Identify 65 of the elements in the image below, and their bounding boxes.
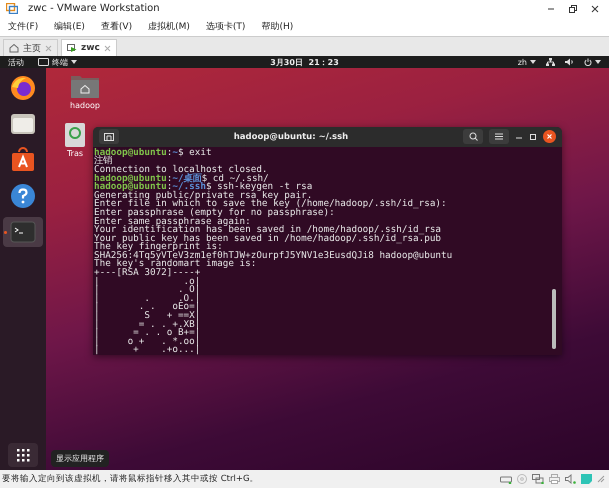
app-menu[interactable]: 终端 (52, 56, 68, 68)
terminal-line: SHA256:4Tq5yVTeV3zm1ef0hTJW+zOurpfJ5YNV1e3EusdQJi8 hadoop@ubuntu (94, 252, 454, 260)
search-icon (468, 132, 478, 142)
menu-item[interactable]: 选项卡(T) (204, 20, 248, 33)
terminal-icon (38, 58, 49, 66)
terminal-line: Enter file in which to save the key (/home/hadoop/.ssh/id_rsa): (94, 200, 448, 209)
caret-icon[interactable] (530, 60, 536, 64)
volume-icon[interactable] (565, 58, 574, 66)
tab[interactable]: zwc (61, 39, 117, 56)
firefox-icon (10, 75, 36, 101)
window-title: zwc - VMware Workstation (28, 3, 161, 14)
new-tab-button[interactable] (99, 129, 119, 144)
trash-icon[interactable] (64, 122, 86, 148)
menu-icon (495, 133, 503, 140)
vmware-logo-icon (6, 3, 18, 14)
terminal-line: Your public key has been saved in /home/hadoop/.ssh/id_rsa.pub (94, 234, 442, 244)
input-method[interactable]: zh (518, 58, 528, 66)
terminal-line: hadoop@ubuntu:~/.ssh$ ssh-keygen -t rsa (94, 183, 314, 192)
menu-item[interactable]: 查看(V) (98, 20, 134, 33)
terminal-line: Enter passphrase (empty for no passphrase): (94, 208, 335, 218)
terminal-line: | S + ==X| (94, 312, 202, 321)
speaker-icon[interactable] (565, 474, 576, 484)
network-icon[interactable] (546, 58, 556, 66)
menu-item[interactable]: 文件(F) (6, 20, 40, 33)
terminal-icon (10, 219, 36, 245)
folder-icon (10, 111, 36, 137)
icon-label: Tras (66, 149, 84, 158)
power-icon[interactable] (584, 58, 592, 66)
clock[interactable]: 3月30日 21：23 (206, 56, 404, 68)
menu-item[interactable]: 编辑(E) (52, 20, 87, 33)
restore-icon[interactable] (569, 4, 577, 12)
status-message: 要将输入定向到该虚拟机，请将鼠标指针移入其中或按 Ctrl+G。 (2, 473, 260, 485)
terminal-line: hadoop@ubuntu:~/桌面$ cd ~/.ssh/ (94, 174, 269, 184)
window-title: hadoop@ubuntu: ~/.ssh (232, 132, 350, 142)
search-button[interactable] (463, 129, 483, 144)
shopping-bag-icon (10, 147, 36, 173)
terminal-line: Enter same passphrase again: (94, 218, 252, 226)
menu-button[interactable] (489, 129, 509, 144)
terminal-line: Your identification has been saved in /home/hadoop/.ssh/id_rsa (94, 226, 442, 235)
home-icon (9, 43, 19, 53)
menu-item[interactable]: 虚拟机(M) (146, 20, 192, 33)
terminal-line: 注销 (94, 157, 112, 166)
terminal-line: The key's randomart image is: (94, 260, 256, 270)
terminal-line: Generating public/private rsa key pair. (94, 192, 312, 200)
tab[interactable]: 主页 (3, 39, 58, 56)
terminal-line: +---[RSA 3072]----+ (94, 269, 202, 278)
scrollbar[interactable] (552, 288, 556, 349)
caret-icon[interactable] (71, 60, 77, 64)
new-tab-icon (104, 132, 114, 141)
help-icon (10, 183, 36, 209)
running-indicator (4, 231, 7, 234)
terminal-line: The key fingerprint is: (94, 243, 223, 252)
grid-icon (16, 448, 30, 462)
icon-label: hadoop (70, 101, 100, 110)
close-icon[interactable] (543, 130, 556, 144)
vm-play-icon (67, 43, 77, 53)
tooltip: 显示应用程序 (51, 450, 109, 467)
show-apps-button[interactable] (8, 443, 38, 467)
activities-button[interactable]: 活动 (8, 56, 24, 68)
menu-item[interactable]: 帮助(H) (259, 20, 296, 33)
resize-grip-icon[interactable] (597, 475, 605, 483)
maximize-icon[interactable] (529, 132, 537, 141)
close-icon[interactable] (591, 4, 599, 12)
terminal-line: hadoop@ubuntu:~$ exit (94, 148, 213, 158)
caret-icon[interactable] (595, 60, 602, 64)
